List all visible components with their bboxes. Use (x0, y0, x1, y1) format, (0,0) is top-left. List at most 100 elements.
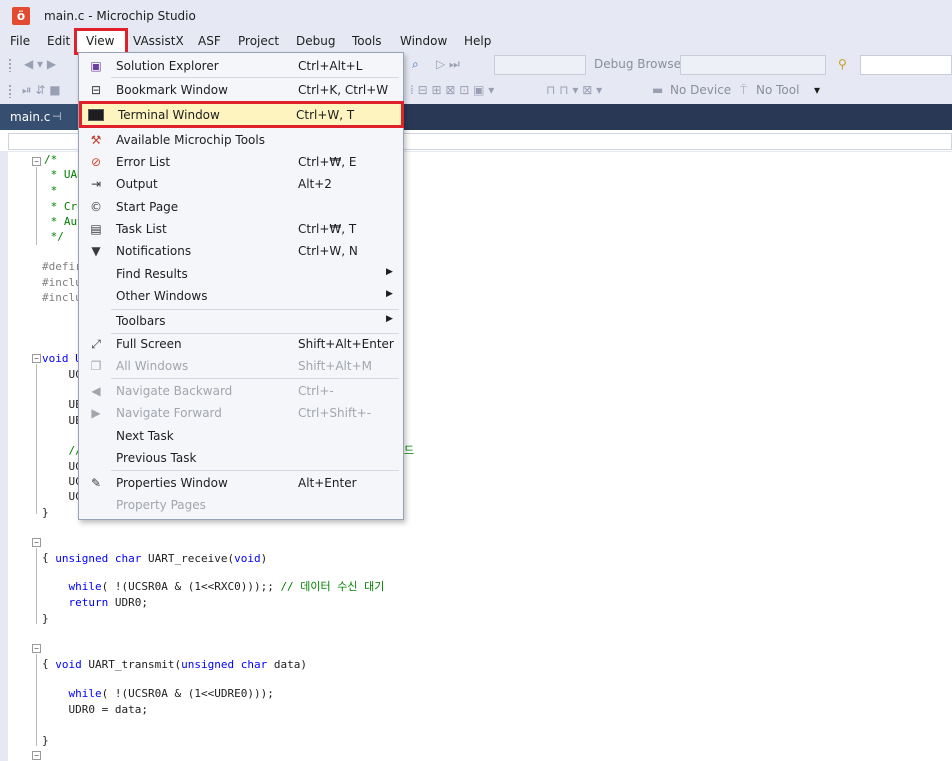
start-debugging-icon[interactable]: ▷ ⏭ (436, 57, 460, 72)
menu-item-properties-window[interactable]: ✎ Properties Window Alt+Enter (80, 472, 402, 494)
code-line: UC (42, 490, 82, 503)
menu-item-property-pages[interactable]: Property Pages (80, 494, 402, 516)
menu-separator (111, 470, 399, 471)
tool-icon: ⍑ (740, 83, 748, 97)
menu-item-notifications[interactable]: ▼ Notifications Ctrl+W, N (80, 240, 402, 262)
configuration-combo[interactable] (494, 55, 586, 75)
menu-item-other-windows[interactable]: Other Windows ▶ (80, 285, 402, 307)
menu-debug[interactable]: Debug (296, 34, 335, 48)
menu-vassistx[interactable]: VAssistX (133, 34, 184, 48)
menu-item-shortcut: Ctrl+Alt+L (298, 59, 363, 73)
menu-separator (111, 378, 399, 379)
menu-item-previous-task[interactable]: Previous Task (80, 447, 402, 469)
submenu-arrow-icon: ▶ (386, 314, 393, 324)
code-line: UE (42, 414, 82, 427)
menu-item-output[interactable]: ⇥ Output Alt+2 (80, 173, 402, 195)
code-line: #inclu (42, 276, 82, 289)
menu-item-find-results[interactable]: Find Results ▶ (80, 263, 402, 285)
find-icon[interactable]: ⌕ (412, 57, 419, 72)
code-line: #defir (42, 260, 82, 273)
toolbar-overflow-icon[interactable]: ▾ (814, 83, 820, 97)
menu-item-label: Navigate Backward (116, 384, 233, 398)
breakpoint-icon[interactable]: ⏯ ⇵ ■ (22, 83, 61, 98)
code-line: int main() (42, 748, 121, 761)
menu-item-available-microchip-tools[interactable]: ⚒ Available Microchip Tools (80, 129, 402, 151)
menu-item-label: Find Results (116, 267, 188, 281)
menu-item-label: Properties Window (116, 476, 228, 490)
fold-toggle-icon[interactable]: − (32, 751, 41, 760)
menu-item-label: Start Page (116, 200, 179, 214)
menu-item-terminal-window[interactable]: Terminal Window Ctrl+W, T (79, 101, 404, 128)
fold-toggle-icon[interactable]: − (32, 157, 41, 166)
menu-item-toolbars[interactable]: Toolbars ▶ (80, 310, 402, 332)
platform-combo[interactable] (680, 55, 826, 75)
menu-item-shortcut: Ctrl+₩, E (298, 155, 357, 169)
navigate-forward-icon: ▶ (91, 406, 101, 420)
toolbar-grip-icon[interactable] (8, 84, 12, 98)
fold-toggle-icon[interactable]: − (32, 538, 41, 547)
full-screen-icon: ⤢ (91, 337, 101, 351)
menu-item-label: Task List (116, 222, 167, 236)
menu-bar: File Edit VAssistX ASF Project Debug Too… (0, 32, 952, 52)
pin-icon[interactable]: ⊣ (52, 110, 62, 123)
quick-search-input[interactable] (860, 55, 952, 75)
code-line: { (42, 657, 49, 670)
no-device-selector[interactable]: No Device (670, 83, 731, 97)
menu-item-shortcut: Ctrl+K, Ctrl+W (298, 83, 389, 97)
code-line: } (42, 506, 49, 519)
menu-item-navigate-forward[interactable]: ▶ Navigate Forward Ctrl+Shift+- (80, 402, 402, 424)
solution-search-icon[interactable]: ⚲ (838, 57, 847, 71)
menu-file[interactable]: File (10, 34, 30, 48)
menu-item-navigate-backward[interactable]: ◀ Navigate Backward Ctrl+- (80, 380, 402, 402)
menu-help[interactable]: Help (464, 34, 491, 48)
bookmark-window-icon: ⊟ (90, 83, 102, 97)
code-line: UE (42, 398, 82, 411)
back-icon[interactable]: ◀ ▾ ▶ (24, 57, 56, 71)
fold-toggle-icon[interactable]: − (32, 354, 41, 363)
menu-item-label: Full Screen (116, 337, 182, 351)
menu-tools[interactable]: Tools (352, 34, 382, 48)
code-line: } (42, 612, 49, 625)
menu-item-solution-explorer[interactable]: ▣ Solution Explorer Ctrl+Alt+L (80, 55, 402, 77)
menu-item-label: Navigate Forward (116, 406, 222, 420)
code-line: * (44, 184, 58, 197)
microchip-tools-icon: ⚒ (90, 133, 102, 147)
layout-tools-icon[interactable]: ⁞ ⊟ ⊞ ⊠ ⊡ ▣ ▾ (410, 83, 494, 97)
code-line: while( !(UCSR0A & (1<<UDRE0))); (68, 687, 274, 700)
submenu-arrow-icon: ▶ (386, 267, 393, 277)
menu-item-label: Toolbars (116, 314, 166, 328)
menu-item-shortcut: Shift+Alt+Enter (298, 337, 394, 351)
code-line: while( !(UCSR0A & (1<<RXC0)));; // 데이터 수… (68, 580, 385, 593)
menu-item-task-list[interactable]: ▤ Task List Ctrl+₩, T (80, 218, 402, 240)
menu-item-label: Solution Explorer (116, 59, 219, 73)
menu-item-next-task[interactable]: Next Task (80, 425, 402, 447)
menu-window[interactable]: Window (400, 34, 447, 48)
device-programming-icon[interactable]: ⊓ ⊓ ▾ ⊠ ▾ (546, 83, 602, 97)
menu-item-label: Bookmark Window (116, 83, 228, 97)
menu-item-label: Terminal Window (118, 108, 220, 122)
properties-window-icon: ✎ (90, 476, 102, 490)
menu-project[interactable]: Project (238, 34, 279, 48)
menu-item-full-screen[interactable]: ⤢ Full Screen Shift+Alt+Enter (80, 333, 402, 355)
start-page-icon: © (90, 200, 102, 214)
menu-item-shortcut: Alt+2 (298, 177, 332, 191)
tab-main-c[interactable]: main.c ⊣ (0, 104, 78, 130)
code-line: // (42, 444, 82, 457)
fold-guide (36, 654, 37, 746)
no-tool-selector[interactable]: No Tool (756, 83, 799, 97)
fold-guide (36, 364, 37, 514)
menu-item-label: Property Pages (116, 498, 206, 512)
fold-toggle-icon[interactable]: − (32, 644, 41, 653)
window-title: main.c - Microchip Studio (44, 9, 196, 23)
toolbar-grip-icon[interactable] (8, 58, 12, 72)
menu-item-error-list[interactable]: ⊘ Error List Ctrl+₩, E (80, 151, 402, 173)
fold-guide (36, 548, 37, 624)
submenu-arrow-icon: ▶ (386, 289, 393, 299)
menu-view[interactable]: View (74, 28, 128, 55)
menu-item-start-page[interactable]: © Start Page (80, 196, 402, 218)
menu-edit[interactable]: Edit (47, 34, 70, 48)
menu-item-bookmark-window[interactable]: ⊟ Bookmark Window Ctrl+K, Ctrl+W (80, 79, 402, 101)
menu-item-all-windows[interactable]: ❐ All Windows Shift+Alt+M (80, 355, 402, 377)
error-list-icon: ⊘ (90, 155, 102, 169)
menu-asf[interactable]: ASF (198, 34, 221, 48)
